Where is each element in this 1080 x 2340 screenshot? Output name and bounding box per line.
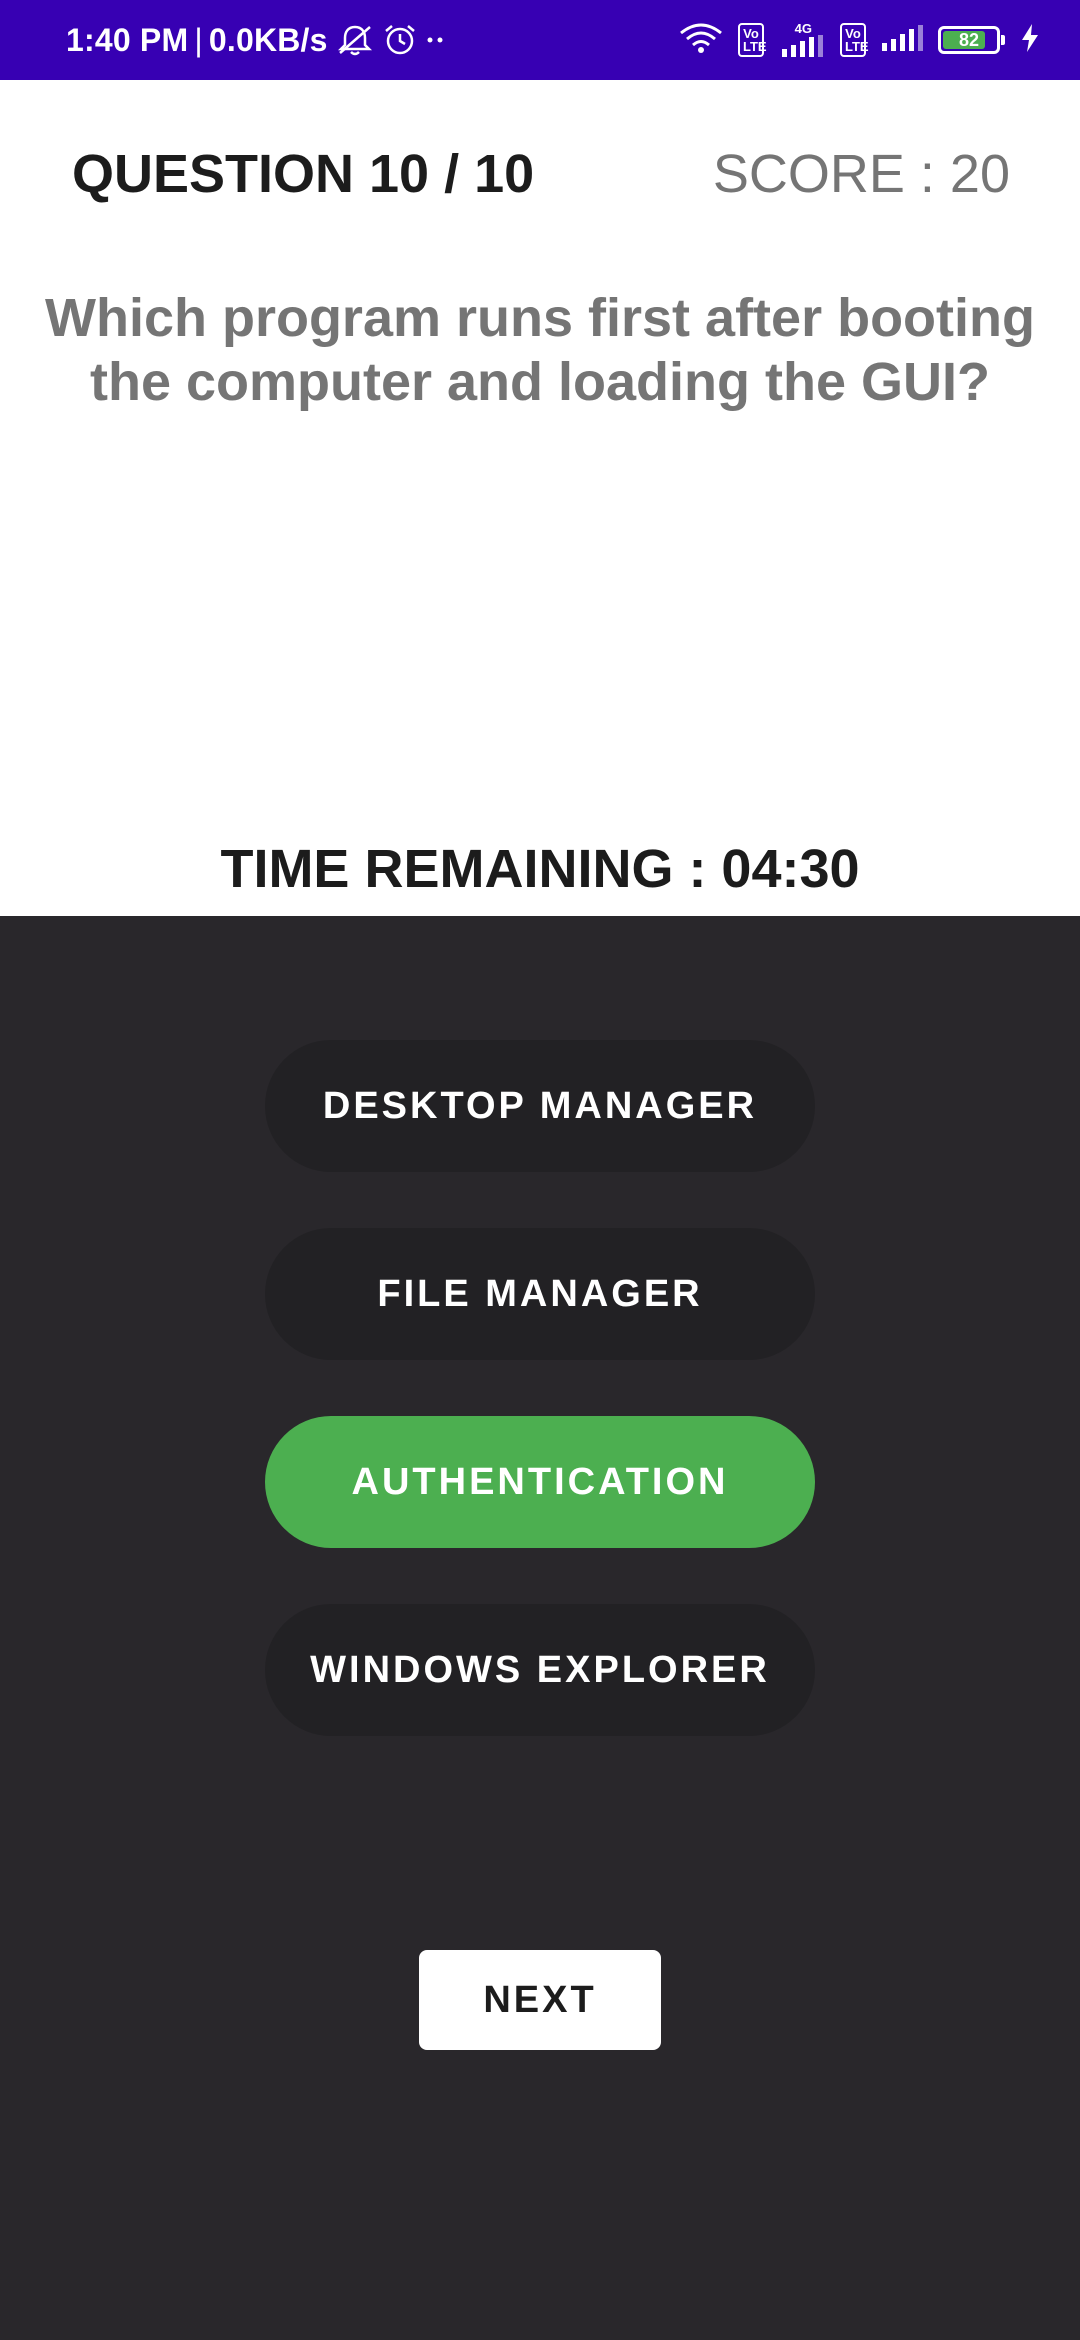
signal-icon-2: [880, 24, 924, 56]
score-label: SCORE : 20: [712, 144, 1010, 204]
volte-icon-2: Vo LTE: [840, 23, 869, 57]
signal-icon: 4G: [778, 21, 826, 57]
battery-level: 82: [958, 29, 980, 50]
status-separator: |: [194, 21, 203, 58]
battery-icon: 82: [938, 26, 1005, 54]
mute-icon: [336, 23, 374, 57]
option-windows-explorer-button[interactable]: WINDOWS EXPLORER: [265, 1604, 815, 1736]
option-file-manager-button[interactable]: FILE MANAGER: [265, 1228, 815, 1360]
status-left: 1:40 PM | 0.0KB/s: [66, 22, 446, 59]
answer-panel: DESKTOP MANAGER FILE MANAGER AUTHENTICAT…: [0, 916, 1080, 2340]
time-remaining: TIME REMAINING : 04:30: [220, 839, 860, 899]
volte-icon: Vo LTE: [738, 23, 767, 57]
option-authentication-button[interactable]: AUTHENTICATION: [265, 1416, 815, 1548]
charging-icon: [1020, 23, 1040, 58]
status-right: Vo LTE 4G Vo LTE 82: [678, 21, 1040, 60]
wifi-icon: [678, 21, 724, 60]
more-dots-icon: [426, 35, 446, 45]
status-time: 1:40 PM: [66, 21, 189, 58]
question-text: Which program runs first after booting t…: [44, 288, 1035, 412]
network-type-label: 4G: [794, 21, 812, 36]
option-desktop-manager-button[interactable]: DESKTOP MANAGER: [265, 1040, 815, 1172]
alarm-icon: [382, 23, 418, 57]
question-counter: QUESTION 10 / 10: [72, 144, 535, 204]
status-bar: 1:40 PM | 0.0KB/s Vo LTE 4G Vo LTE 82: [0, 0, 1080, 80]
network-speed: 0.0KB/s: [208, 21, 328, 58]
next-button[interactable]: NEXT: [419, 1950, 661, 2050]
